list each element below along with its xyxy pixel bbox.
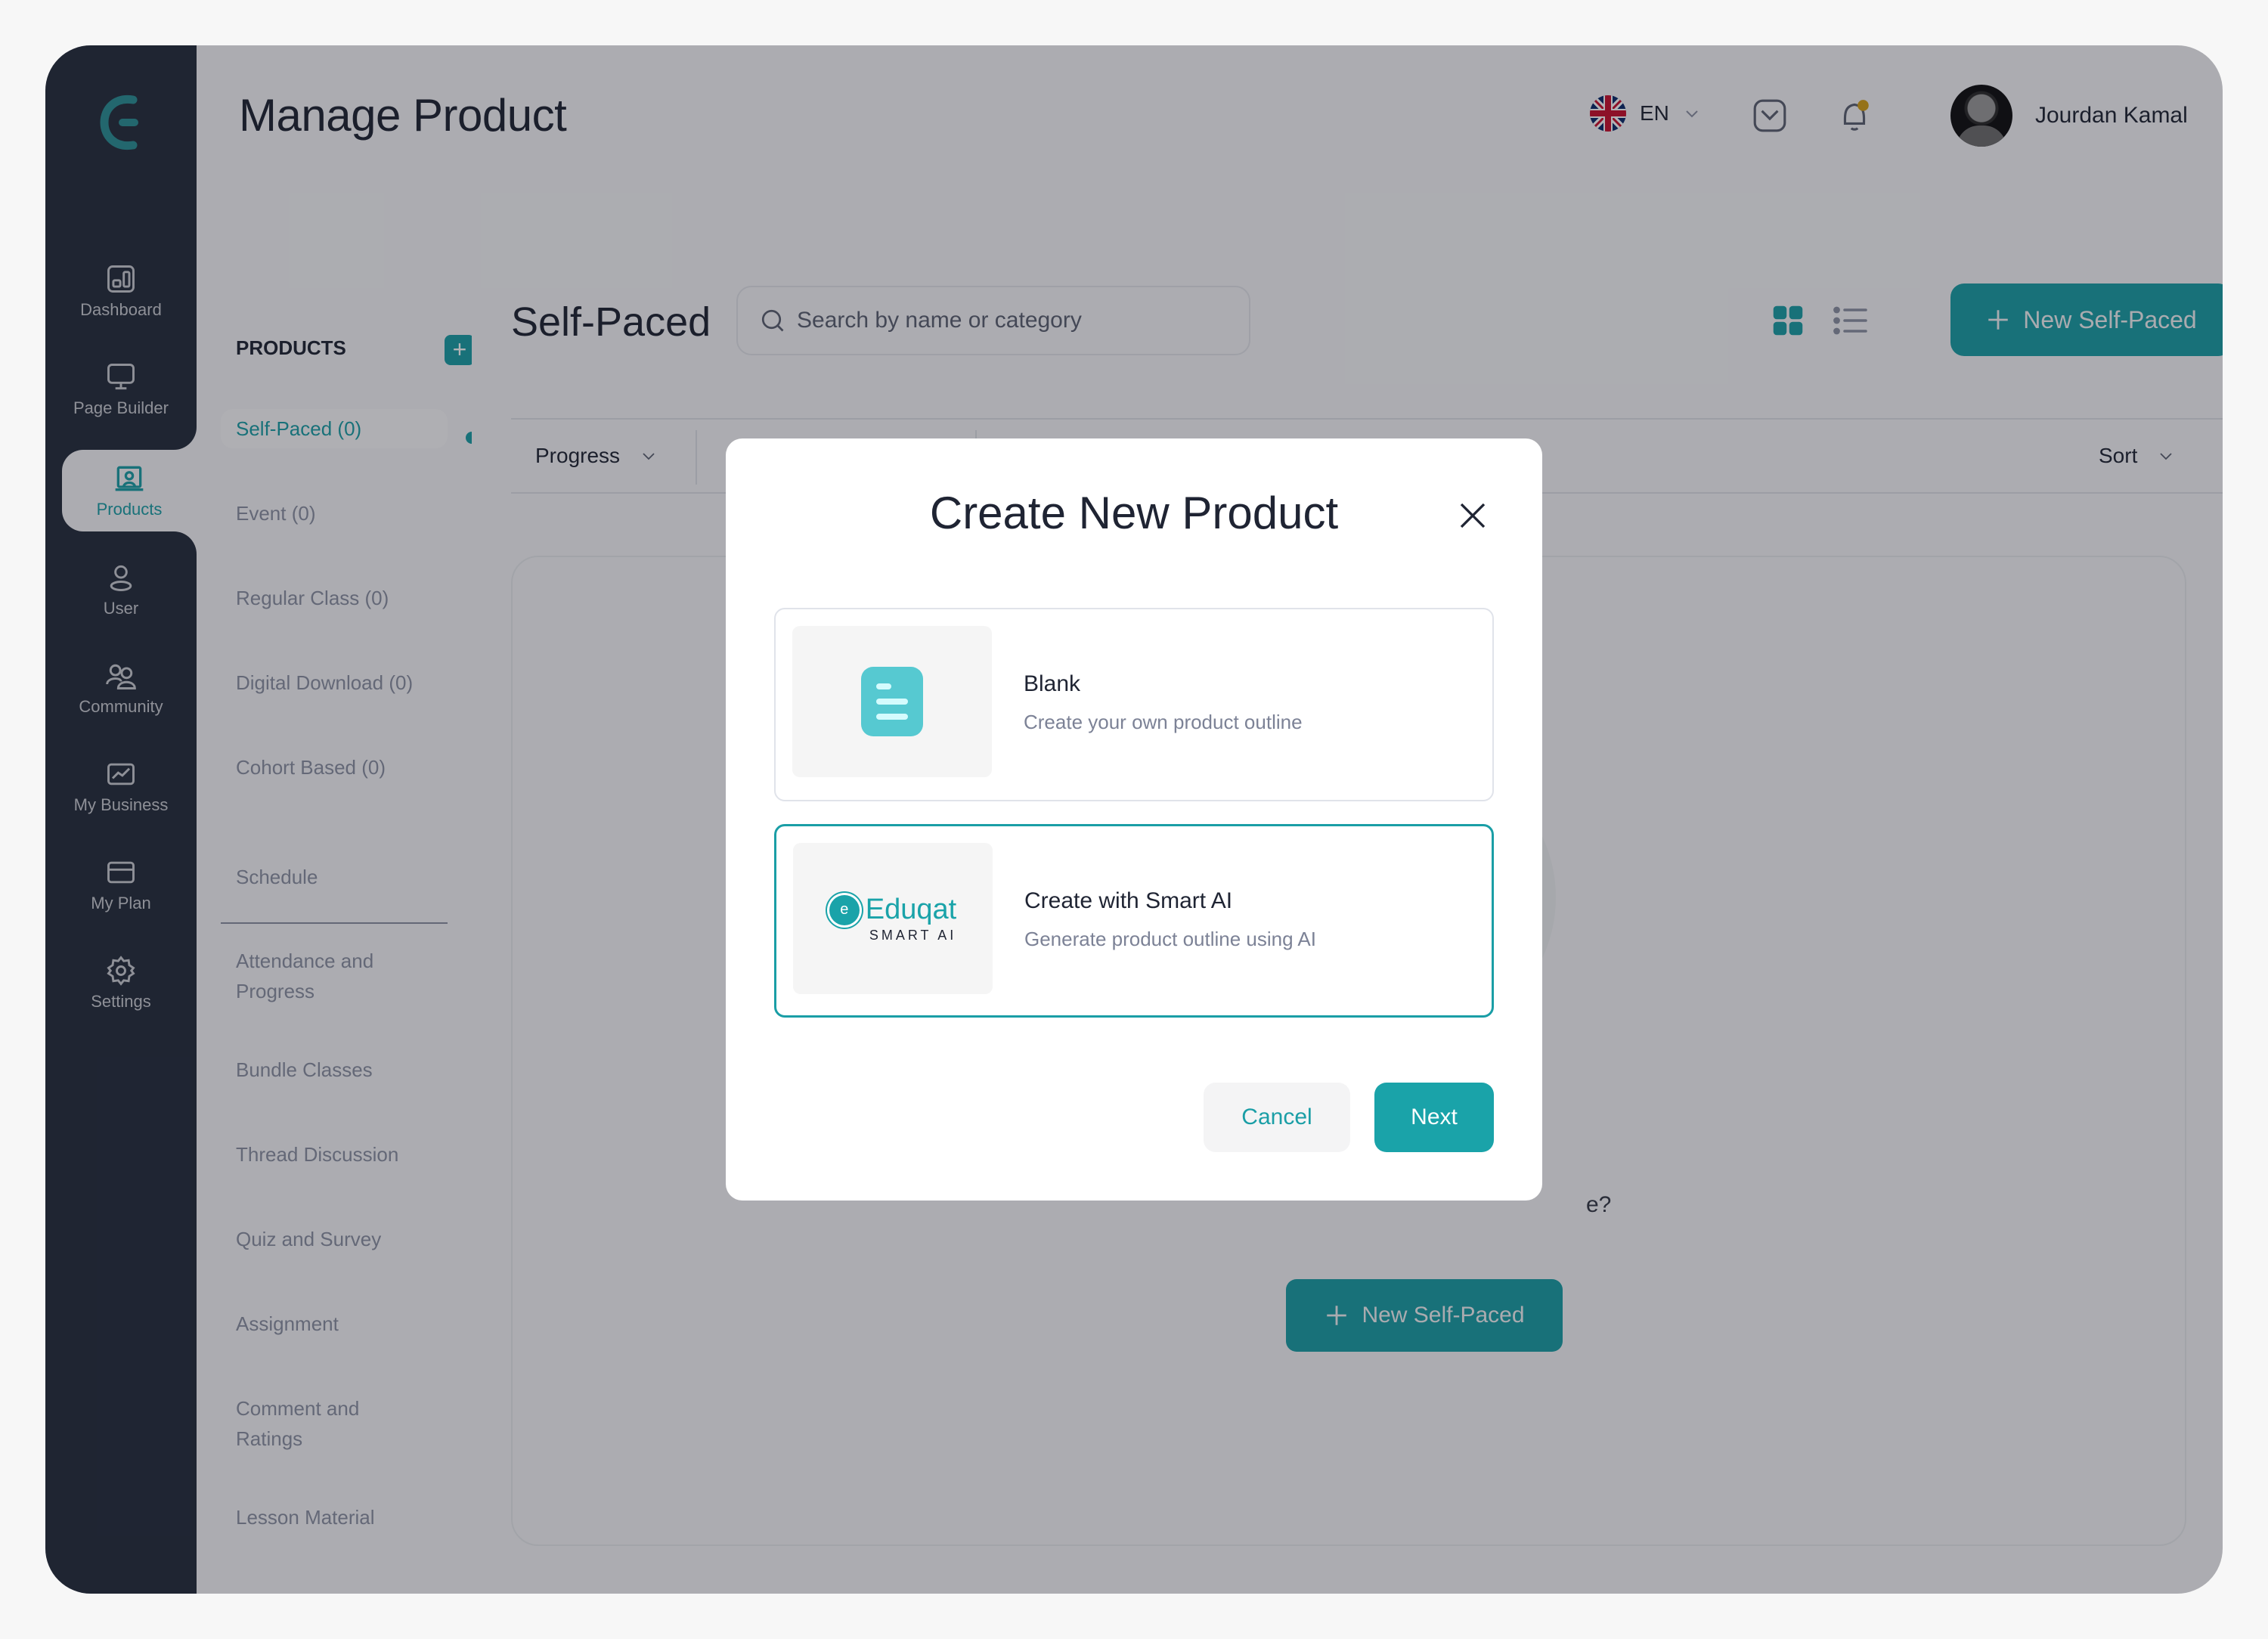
sidebar-item-label: Community — [79, 697, 163, 716]
search-input[interactable]: Search by name or category — [736, 286, 1250, 355]
option-thumbnail — [792, 626, 992, 777]
option-title: Blank — [1024, 671, 1081, 696]
user-avatar[interactable] — [1950, 85, 2012, 147]
page-title: Manage Product — [239, 90, 567, 141]
sort-label: Sort — [2099, 444, 2138, 467]
document-icon — [861, 667, 923, 736]
subnav-item-comment-ratings[interactable]: Comment and Ratings — [236, 1393, 387, 1454]
empty-state-text: e? — [1586, 1192, 1612, 1217]
sidebar-item-label: My Business — [73, 795, 169, 814]
subnav-title: PRODUCTS — [236, 336, 346, 359]
filter-label: Progress — [535, 444, 621, 467]
subnav-item-regular-class[interactable]: Regular Class (0) — [236, 583, 432, 613]
chevron-down-icon — [643, 453, 655, 460]
filter-divider — [696, 430, 697, 485]
subnav-item-attendance[interactable]: Attendance and Progress — [236, 946, 402, 1006]
option-smart-ai[interactable]: e Eduqat SMART AI Create with Smart AI G… — [774, 824, 1494, 1018]
subnav-item-lesson-material[interactable]: Lesson Material — [236, 1502, 432, 1532]
logo-text: Eduqat — [865, 894, 957, 925]
filter-progress[interactable]: Progress — [535, 420, 658, 492]
add-product-button[interactable]: + — [445, 335, 475, 365]
subnav-item-cohort-based[interactable]: Cohort Based (0) — [236, 752, 432, 782]
card-icon — [107, 861, 135, 884]
search-placeholder: Search by name or category — [797, 308, 1082, 333]
language-code: EN — [1640, 101, 1669, 125]
next-button[interactable]: Next — [1374, 1083, 1494, 1152]
uk-flag-icon — [1590, 95, 1626, 132]
inbox-icon[interactable] — [1751, 97, 1789, 135]
subnav-item-assignment[interactable]: Assignment — [236, 1309, 432, 1339]
modal-title: Create New Product — [929, 488, 1339, 538]
community-icon — [106, 664, 136, 689]
notification-bell-icon[interactable] — [1836, 97, 1873, 135]
language-selector[interactable]: EN — [1590, 95, 1701, 132]
sidebar-item-label: Page Builder — [73, 398, 169, 417]
subnav-divider — [221, 922, 448, 924]
sidebar-item-community[interactable]: Community — [45, 646, 197, 730]
sidebar-item-products[interactable]: Products — [62, 450, 197, 531]
sort-dropdown[interactable]: Sort — [2099, 420, 2175, 492]
cancel-button[interactable]: Cancel — [1204, 1083, 1350, 1152]
dashboard-icon — [107, 265, 135, 293]
create-product-modal: Create New Product Blank Create your own… — [726, 438, 1542, 1201]
subnav-item-event[interactable]: Event (0) — [236, 498, 432, 528]
eduqat-badge-icon: e — [829, 894, 860, 925]
option-thumbnail: e Eduqat SMART AI — [793, 843, 993, 994]
sidebar-item-label: Settings — [91, 992, 151, 1011]
sidebar-item-label: My Plan — [91, 894, 151, 912]
subnav-item-self-paced[interactable]: Self-Paced (0) — [236, 414, 432, 444]
sidebar-item-my-business[interactable]: My Business — [45, 745, 197, 828]
gear-icon — [107, 956, 135, 986]
sidebar-item-page-builder[interactable]: Page Builder — [45, 348, 197, 431]
option-description: Generate product outline using AI — [1024, 928, 1316, 950]
sidebar-item-settings[interactable]: Settings — [45, 941, 197, 1024]
search-icon — [761, 309, 784, 332]
products-subnav: PRODUCTS + Self-Paced (0) Event (0) Regu… — [197, 185, 478, 1594]
sidebar-item-my-plan[interactable]: My Plan — [45, 843, 197, 926]
eduqat-smart-ai-logo: e Eduqat SMART AI — [829, 894, 956, 943]
plus-icon — [1327, 1306, 1347, 1325]
subnav-item-schedule[interactable]: Schedule — [236, 862, 432, 892]
chart-icon — [107, 763, 135, 785]
chevron-down-icon — [2160, 453, 2172, 460]
chevron-down-icon — [1686, 110, 1698, 118]
products-icon — [115, 466, 144, 491]
list-view-icon[interactable] — [1833, 305, 1867, 336]
sidebar-item-user[interactable]: User — [45, 548, 197, 631]
option-description: Create your own product outline — [1024, 711, 1303, 733]
subnav-item-certificate-design[interactable]: Certificate Design — [236, 1587, 432, 1594]
sidebar-item-label: Dashboard — [80, 300, 162, 319]
option-blank[interactable]: Blank Create your own product outline — [774, 608, 1494, 801]
plus-icon — [1988, 310, 2009, 330]
sidebar-item-dashboard[interactable]: Dashboard — [45, 249, 197, 333]
sidebar-item-label: User — [103, 599, 139, 618]
eduqat-logo-icon — [100, 94, 138, 150]
sidebar-item-label: Products — [96, 500, 163, 519]
subnav-item-thread-discussion[interactable]: Thread Discussion — [236, 1139, 432, 1170]
subnav-item-digital-download[interactable]: Digital Download (0) — [236, 668, 432, 698]
empty-button-label: New Self-Paced — [1362, 1303, 1525, 1328]
subnav-item-bundle-classes[interactable]: Bundle Classes — [236, 1055, 432, 1085]
empty-new-self-paced-button[interactable]: New Self-Paced — [1286, 1279, 1563, 1352]
logo-subtext: SMART AI — [869, 928, 957, 943]
monitor-icon — [107, 364, 135, 390]
user-name[interactable]: Jourdan Kamal — [2035, 103, 2188, 129]
top-header: Manage Product EN Jourdan Kamal — [197, 45, 2223, 185]
subnav-item-quiz-survey[interactable]: Quiz and Survey — [236, 1224, 432, 1254]
new-self-paced-button[interactable]: New Self-Paced — [1950, 283, 2223, 356]
option-title: Create with Smart AI — [1024, 888, 1233, 913]
section-title: Self-Paced — [511, 299, 711, 345]
close-icon[interactable] — [1458, 500, 1488, 531]
grid-view-icon[interactable] — [1772, 305, 1804, 336]
user-icon — [110, 565, 132, 591]
new-button-label: New Self-Paced — [2023, 305, 2197, 333]
sidebar: Dashboard Page Builder Products User Com… — [45, 45, 197, 1594]
